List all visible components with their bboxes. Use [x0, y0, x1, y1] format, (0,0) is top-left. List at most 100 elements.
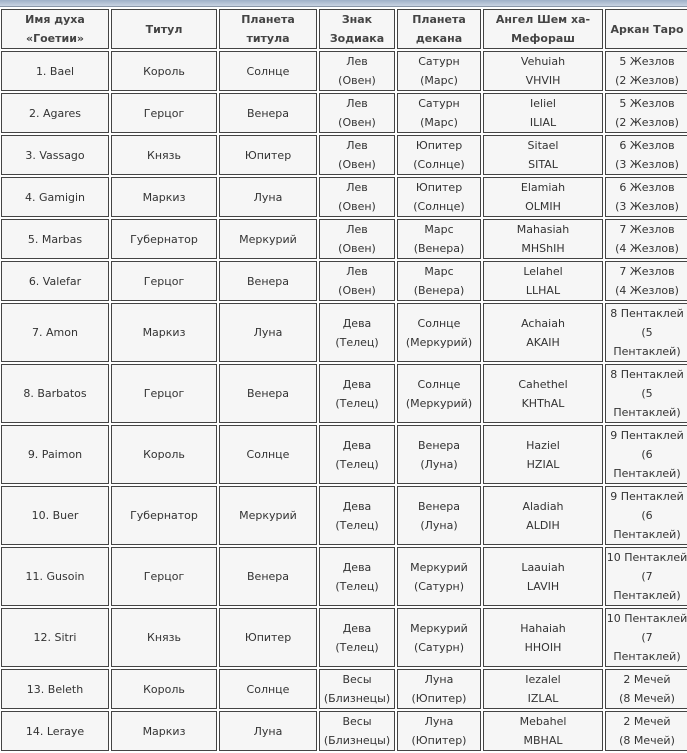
decan-planet-secondary: (Солнце) — [413, 158, 465, 171]
decan-planet-secondary: (Марс) — [420, 74, 458, 87]
decan-planet-primary: Меркурий — [410, 621, 468, 635]
cell-angel: Hahaiah HHOIH — [483, 608, 603, 667]
top-bar — [0, 0, 687, 7]
tarot-primary: 2 Мечей — [623, 673, 671, 686]
header-zodiac: Знак Зодиака — [319, 9, 395, 49]
tarot-secondary: (8 Мечей) — [619, 692, 675, 705]
zodiac-primary: Лев — [346, 139, 368, 152]
cell-zodiac: Дева (Телец) — [319, 608, 395, 667]
angel-secondary: HZIAL — [526, 457, 560, 471]
tarot-secondary: (3 Жезлов) — [615, 200, 679, 213]
header-decan-planet: Планета декана — [397, 9, 481, 49]
cell-title: Герцог — [111, 261, 217, 301]
table-row: 14. Leraye Маркиз Луна Весы (Близнецы) Луна (Ю… — [1, 711, 687, 751]
cell-title: Король — [111, 425, 217, 484]
zodiac-primary: Дева — [342, 499, 372, 513]
decan-planet-secondary: (Луна) — [420, 457, 458, 471]
zodiac-primary: Лев — [346, 181, 368, 194]
angel-secondary: VHVIH — [525, 74, 561, 87]
tarot-secondary: (3 Жезлов) — [615, 158, 679, 171]
cell-decan-planet: Луна (Юпитер) — [397, 711, 481, 751]
table-row: 7. Amon Маркиз Луна Дева (Телец) Солнце (Мерку… — [1, 303, 687, 362]
zodiac-secondary: (Телец) — [335, 457, 379, 471]
decan-planet-primary: Солнце — [417, 316, 461, 330]
cell-title-planet: Венера — [219, 93, 317, 133]
cell-spirit-name: 3. Vassago — [1, 135, 109, 175]
angel-secondary: AKAIH — [526, 335, 560, 349]
zodiac-primary: Лев — [346, 55, 368, 68]
decan-planet-primary: Венера — [418, 499, 460, 513]
cell-decan-planet: Марс (Венера) — [397, 261, 481, 301]
cell-tarot: 8 Пентаклей (5 Пентаклей) — [605, 364, 687, 423]
tarot-secondary: (7 Пентаклей) — [613, 631, 681, 663]
table-row: 12. Sitri Князь Юпитер Дева (Телец) Меркурий (… — [1, 608, 687, 667]
cell-tarot: 10 Пентаклей (7 Пентаклей) — [605, 608, 687, 667]
angel-primary: Aladiah — [522, 499, 564, 513]
cell-title-planet: Солнце — [219, 51, 317, 91]
cell-angel: Ieliel ILIAL — [483, 93, 603, 133]
decan-planet-primary: Юпитер — [415, 181, 463, 194]
cell-angel: Elamiah OLMIH — [483, 177, 603, 217]
table-row: 1. Bael Король Солнце Лев (Овен) Сатурн (Марс)… — [1, 51, 687, 91]
tarot-primary: 6 Жезлов — [619, 181, 675, 194]
cell-zodiac: Дева (Телец) — [319, 486, 395, 545]
angel-secondary: SITAL — [528, 158, 558, 171]
cell-angel: Lelahel LLHAL — [483, 261, 603, 301]
decan-planet-secondary: (Марс) — [420, 116, 458, 129]
cell-title-planet: Юпитер — [219, 135, 317, 175]
tarot-secondary: (4 Жезлов) — [615, 242, 679, 255]
decan-planet-secondary: (Меркурий) — [405, 335, 473, 349]
zodiac-primary: Дева — [342, 438, 372, 452]
table-row: 9. Paimon Король Солнце Дева (Телец) Венера (Л… — [1, 425, 687, 484]
cell-title-planet: Венера — [219, 364, 317, 423]
cell-zodiac: Лев (Овен) — [319, 93, 395, 133]
cell-title: Герцог — [111, 364, 217, 423]
tarot-primary: 7 Жезлов — [619, 265, 675, 278]
cell-angel: Iezalel IZLAL — [483, 669, 603, 709]
angel-primary: Laauiah — [521, 560, 565, 574]
tarot-secondary: (8 Мечей) — [619, 734, 675, 747]
decan-planet-secondary: (Сатурн) — [413, 640, 465, 654]
decan-planet-primary: Луна — [424, 715, 454, 728]
header-spirit-name: Имя духа «Гоетии» — [1, 9, 109, 49]
decan-planet-primary: Луна — [424, 673, 454, 686]
cell-tarot: 7 Жезлов (4 Жезлов) — [605, 261, 687, 301]
cell-title-planet: Солнце — [219, 425, 317, 484]
tarot-primary: 5 Жезлов — [619, 55, 675, 68]
cell-angel: Achaiah AKAIH — [483, 303, 603, 362]
cell-decan-planet: Сатурн (Марс) — [397, 93, 481, 133]
angel-secondary: HHOIH — [524, 640, 562, 654]
zodiac-primary: Лев — [346, 265, 368, 278]
cell-spirit-name: 10. Buer — [1, 486, 109, 545]
zodiac-primary: Лев — [346, 223, 368, 236]
cell-spirit-name: 9. Paimon — [1, 425, 109, 484]
header-row: Имя духа «Гоетии» Титул Планета титула З… — [1, 9, 687, 49]
tarot-primary: 5 Жезлов — [619, 97, 675, 110]
cell-tarot: 9 Пентаклей (6 Пентаклей) — [605, 425, 687, 484]
table-row: 11. Gusoin Герцог Венера Дева (Телец) Меркури… — [1, 547, 687, 606]
cell-title: Герцог — [111, 93, 217, 133]
cell-title: Король — [111, 669, 217, 709]
table-row: 5. Marbas Губернатор Меркурий Лев (Овен) Марс… — [1, 219, 687, 259]
decan-planet-secondary: (Венера) — [413, 242, 465, 255]
tarot-primary: 2 Мечей — [623, 715, 671, 728]
cell-zodiac: Лев (Овен) — [319, 177, 395, 217]
cell-tarot: 6 Жезлов (3 Жезлов) — [605, 177, 687, 217]
zodiac-secondary: (Телец) — [335, 579, 379, 593]
cell-tarot: 5 Жезлов (2 Жезлов) — [605, 51, 687, 91]
cell-zodiac: Лев (Овен) — [319, 261, 395, 301]
zodiac-secondary: (Близнецы) — [323, 692, 391, 705]
cell-decan-planet: Юпитер (Солнце) — [397, 177, 481, 217]
cell-angel: Mahasiah MHShIH — [483, 219, 603, 259]
cell-title-planet: Юпитер — [219, 608, 317, 667]
decan-planet-secondary: (Юпитер) — [411, 692, 467, 705]
cell-angel: Mebahel MBHAL — [483, 711, 603, 751]
tarot-primary: 8 Пентаклей — [610, 368, 684, 381]
header-title-planet: Планета титула — [219, 9, 317, 49]
cell-angel: Laauiah LAVIH — [483, 547, 603, 606]
table-row: 13. Beleth Король Солнце Весы (Близнецы) Луна… — [1, 669, 687, 709]
cell-title: Маркиз — [111, 303, 217, 362]
cell-spirit-name: 12. Sitri — [1, 608, 109, 667]
cell-spirit-name: 5. Marbas — [1, 219, 109, 259]
cell-spirit-name: 6. Valefar — [1, 261, 109, 301]
